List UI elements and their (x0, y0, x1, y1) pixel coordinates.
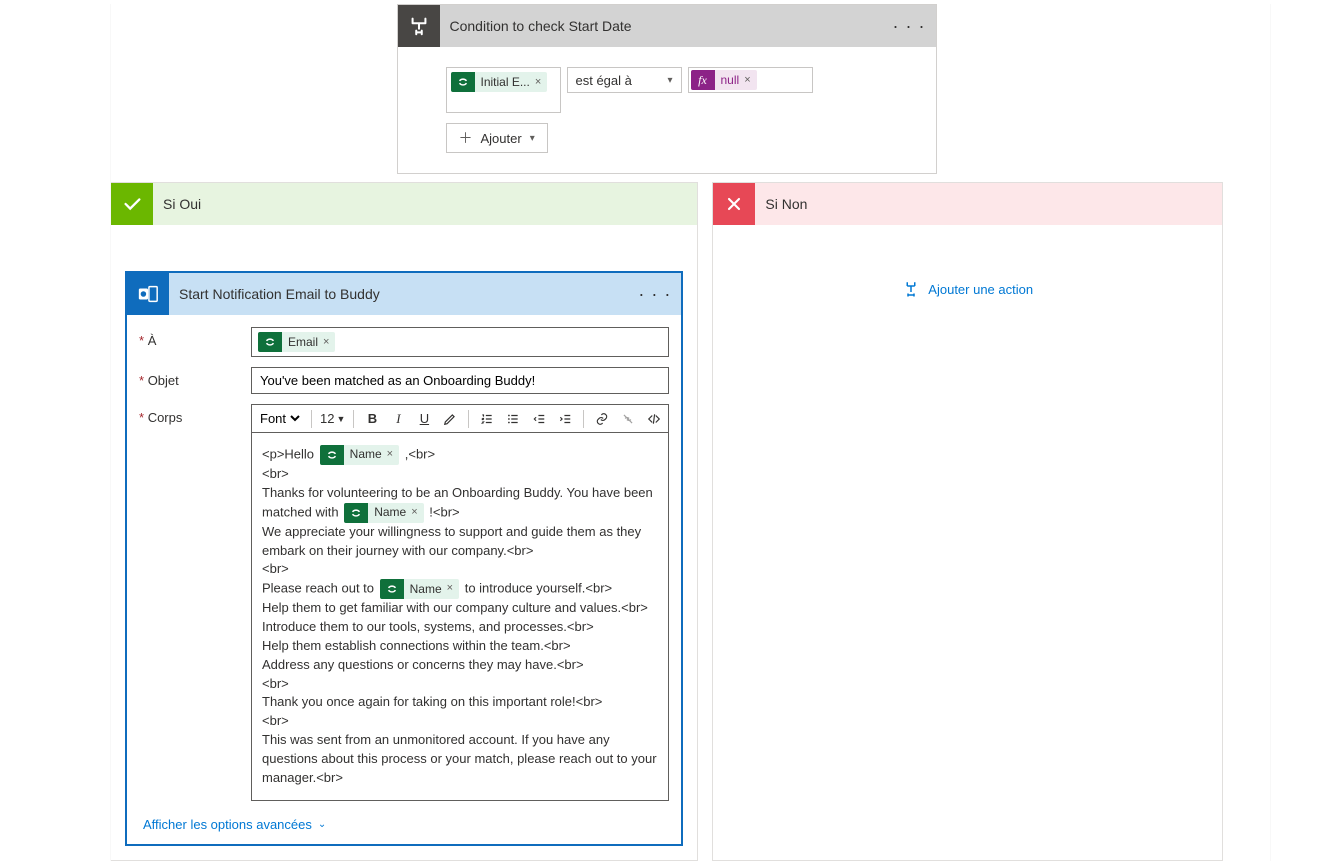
bold-button[interactable]: B (362, 409, 382, 429)
fx-icon: fx (691, 70, 715, 90)
unlink-button[interactable] (618, 409, 638, 429)
body-text: Help them to get familiar with our compa… (262, 599, 658, 618)
expression-chip[interactable]: fx null × (691, 70, 757, 90)
add-condition-button[interactable]: ＋ Ajouter ▾ (446, 123, 548, 153)
code-view-button[interactable] (644, 409, 664, 429)
increase-indent-button[interactable] (555, 409, 575, 429)
body-text: Thank you once again for taking on this … (262, 693, 658, 712)
body-label: * Corps (139, 404, 251, 425)
body-editor[interactable]: <p>Hello Name × ,<br> <br> (251, 432, 669, 801)
token-label: Email (288, 335, 318, 349)
condition-title: Condition to check Start Date (450, 18, 632, 34)
bulleted-list-button[interactable] (503, 409, 523, 429)
chevron-down-icon: ⌄ (318, 819, 326, 830)
body-text: Introduce them to our tools, systems, an… (262, 618, 658, 637)
to-field[interactable]: Email × (251, 327, 669, 357)
subject-label: * Objet (139, 367, 251, 388)
highlight-button[interactable] (440, 409, 460, 429)
numbered-list-button[interactable] (477, 409, 497, 429)
action-title: Start Notification Email to Buddy (179, 286, 380, 302)
remove-token-icon[interactable]: × (447, 581, 453, 597)
outlook-icon (127, 273, 169, 315)
token-label: Initial E... (481, 75, 530, 89)
token-chip[interactable]: Initial E... × (451, 72, 548, 92)
dataverse-icon (451, 72, 475, 92)
dataverse-icon (380, 579, 404, 599)
font-size-select[interactable]: 12 ▼ (320, 411, 345, 426)
token-chip[interactable]: Name × (320, 445, 399, 465)
operator-label: est égal à (576, 73, 632, 88)
italic-button[interactable]: I (388, 409, 408, 429)
condition-icon (398, 5, 440, 47)
body-text: We appreciate your willingness to suppor… (262, 523, 658, 561)
action-header[interactable]: Start Notification Email to Buddy · · · (127, 273, 681, 315)
token-chip[interactable]: Name × (344, 503, 423, 523)
body-text: This was sent from an unmonitored accoun… (262, 731, 658, 788)
condition-body: Initial E... × est égal à ▾ fx null × ＋ (398, 47, 936, 173)
body-text: <br> (262, 675, 658, 694)
if-no-header[interactable]: Si Non (713, 183, 1222, 225)
token-label: Name (350, 446, 382, 463)
token-label: Name (410, 581, 442, 598)
dataverse-icon (344, 503, 368, 523)
rich-text-toolbar: Font 12 ▼ B I U (251, 404, 669, 432)
add-action-label: Ajouter une action (928, 282, 1033, 297)
plus-icon: ＋ (459, 128, 473, 148)
decrease-indent-button[interactable] (529, 409, 549, 429)
underline-button[interactable]: U (414, 409, 434, 429)
remove-token-icon[interactable]: × (411, 505, 417, 521)
to-label: * À (139, 327, 251, 348)
font-select[interactable]: Font (256, 410, 303, 427)
if-no-branch: Si Non Ajouter une action (712, 182, 1223, 861)
more-icon[interactable]: · · · (893, 16, 926, 37)
remove-token-icon[interactable]: × (535, 76, 541, 88)
if-no-label: Si Non (765, 196, 807, 212)
condition-operator-select[interactable]: est égal à ▾ (567, 67, 682, 93)
body-text: <br> (262, 465, 658, 484)
dataverse-icon (320, 445, 344, 465)
if-yes-label: Si Oui (163, 196, 201, 212)
chevron-down-icon: ▾ (530, 133, 535, 144)
if-yes-header[interactable]: Si Oui (111, 183, 697, 225)
separator (1270, 4, 1271, 861)
remove-token-icon[interactable]: × (387, 447, 393, 463)
condition-card: Condition to check Start Date · · · Init… (397, 4, 937, 174)
action-card: Start Notification Email to Buddy · · · … (125, 271, 683, 846)
body-text: Address any questions or concerns they m… (262, 656, 658, 675)
body-text: <br> (262, 560, 658, 579)
separator (110, 4, 111, 861)
add-label: Ajouter (481, 131, 522, 146)
body-text: to introduce yourself.<br> (465, 581, 612, 596)
add-action-link[interactable]: Ajouter une action (727, 239, 1208, 339)
link-button[interactable] (592, 409, 612, 429)
condition-header[interactable]: Condition to check Start Date · · · (398, 5, 936, 47)
body-text: Help them establish connections within t… (262, 637, 658, 656)
expression-label: null (721, 73, 740, 87)
condition-right-operand[interactable]: fx null × (688, 67, 813, 93)
chevron-down-icon: ▾ (667, 75, 672, 86)
more-icon[interactable]: · · · (638, 284, 671, 305)
condition-left-operand[interactable]: Initial E... × (446, 67, 561, 113)
subject-field[interactable] (251, 367, 669, 394)
token-chip[interactable]: Name × (380, 579, 459, 599)
remove-token-icon[interactable]: × (744, 74, 750, 86)
body-text: Please reach out to (262, 581, 378, 596)
body-text: <br> (262, 712, 658, 731)
remove-token-icon[interactable]: × (323, 336, 329, 348)
body-text: <p>Hello (262, 446, 318, 461)
dataverse-icon (258, 332, 282, 352)
if-yes-branch: Si Oui Start Notification Email to Buddy… (110, 182, 698, 861)
show-advanced-options-link[interactable]: Afficher les options avancées ⌄ (139, 811, 669, 832)
body-text: ,<br> (405, 446, 435, 461)
body-text: !<br> (429, 504, 459, 519)
add-action-icon (902, 280, 920, 298)
check-icon (111, 183, 153, 225)
token-chip[interactable]: Email × (258, 332, 335, 352)
close-icon (713, 183, 755, 225)
token-label: Name (374, 504, 406, 521)
